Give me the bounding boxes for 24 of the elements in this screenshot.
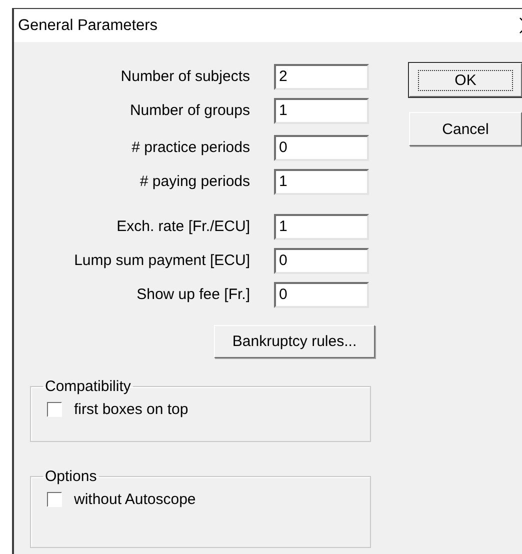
group-title: Compatibility xyxy=(44,378,132,395)
input-field[interactable]: 1 xyxy=(274,168,369,194)
input-field[interactable]: 1 xyxy=(274,214,369,240)
input-field[interactable]: 0 xyxy=(274,282,369,308)
field-label: Number of subjects xyxy=(120,68,250,85)
input-field[interactable]: 1 xyxy=(274,98,369,124)
checkbox[interactable] xyxy=(47,492,62,507)
ok-button[interactable]: OK xyxy=(409,63,522,97)
input-field[interactable]: 0 xyxy=(274,248,369,274)
input-field[interactable]: 0 xyxy=(274,134,369,160)
cancel-button[interactable]: Cancel xyxy=(409,112,522,146)
field-label: Exch. rate [Fr./ECU] xyxy=(116,218,250,235)
group-title: Options xyxy=(44,468,98,485)
field-label: # practice periods xyxy=(130,139,250,156)
checkbox-label: without Autoscope xyxy=(74,491,196,508)
field-label: # paying periods xyxy=(138,173,250,190)
field-label: Lump sum payment [ECU] xyxy=(73,252,250,269)
bankruptcy-rules-button[interactable]: Bankruptcy rules... xyxy=(214,325,375,358)
window-title: General Parameters xyxy=(18,16,158,34)
input-field[interactable]: 2 xyxy=(274,64,369,90)
field-label: Number of groups xyxy=(128,102,250,119)
field-label: Show up fee [Fr.] xyxy=(136,286,250,303)
checkbox-label: first boxes on top xyxy=(74,401,188,418)
checkbox[interactable] xyxy=(47,402,62,417)
